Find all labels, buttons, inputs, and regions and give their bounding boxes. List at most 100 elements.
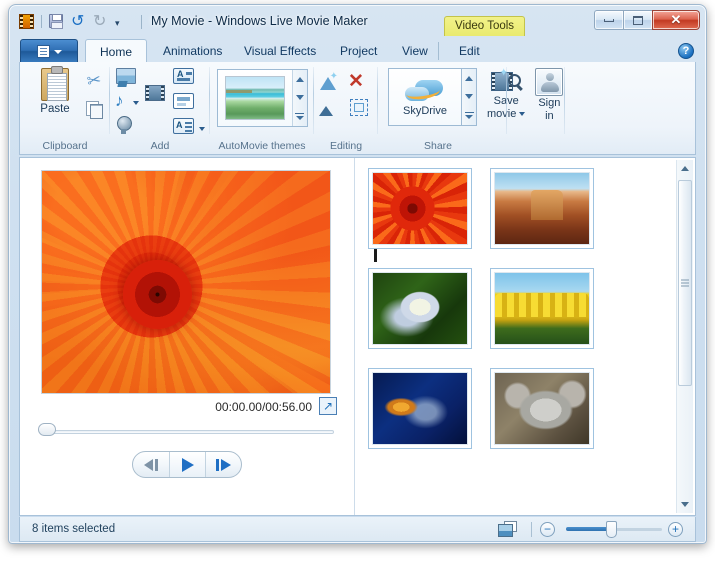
swoosh-shape [405, 82, 441, 101]
play-button[interactable] [169, 452, 205, 477]
fit-to-music-button[interactable]: ✦ [318, 72, 340, 92]
chevron-down-icon[interactable] [519, 112, 525, 116]
divider [564, 67, 565, 134]
clip-thumbnail [494, 272, 590, 345]
gallery-scroll-down-icon[interactable] [465, 94, 473, 99]
copy-button[interactable] [82, 97, 106, 121]
seek-slider-track[interactable] [42, 430, 334, 434]
thumbnail-view-icon[interactable] [498, 521, 517, 537]
undo-button[interactable]: ↺ [71, 13, 88, 30]
skydrive-label: SkyDrive [403, 105, 447, 117]
add-caption-button[interactable] [173, 93, 195, 114]
previous-frame-button[interactable] [133, 452, 169, 477]
tab-home[interactable]: Home [85, 39, 147, 63]
zoom-in-button[interactable]: + [668, 522, 683, 537]
scrollbar-thumb[interactable] [678, 180, 692, 386]
redo-button[interactable]: ↻ [93, 13, 110, 30]
add-title-button[interactable]: A [173, 68, 195, 89]
sign-in-button[interactable]: Sign in [535, 68, 563, 122]
gallery-scroll-up-icon[interactable] [296, 77, 304, 82]
next-frame-button[interactable] [205, 452, 241, 477]
quick-access-toolbar: ↺ ↻ ▾ [19, 13, 132, 30]
tab-edit[interactable]: Edit [447, 39, 492, 63]
webcam-video-button[interactable] [145, 85, 167, 104]
add-music-button[interactable]: ♪ [115, 92, 131, 113]
gallery-scroll-down-icon[interactable] [296, 95, 304, 100]
skydrive-gallery-scroll-controls [462, 68, 477, 126]
scroll-up-button[interactable] [677, 160, 693, 177]
cut-button[interactable]: ✂ [82, 69, 106, 93]
window-title: My Movie - Windows Live Movie Maker [151, 14, 368, 28]
caption-icon [173, 93, 194, 109]
tab-view[interactable]: View [390, 39, 440, 63]
chevron-down-icon[interactable] [199, 127, 205, 131]
work-area: 00:00.00/00:56.00 ↗ [19, 157, 696, 516]
record-narration-button[interactable] [116, 116, 138, 135]
add-credits-button[interactable]: A [173, 118, 195, 139]
tab-project[interactable]: Project [328, 39, 389, 63]
quick-access-more-button[interactable]: ▾ [115, 13, 132, 30]
chevron-down-icon [681, 502, 689, 507]
gallery-scroll-up-icon[interactable] [465, 76, 473, 81]
window-controls: ✕ [594, 10, 700, 30]
preview-pane: 00:00.00/00:56.00 ↗ [20, 158, 355, 515]
divider [141, 15, 142, 29]
gallery-more-icon[interactable] [295, 113, 304, 120]
clip-jellyfish[interactable] [368, 368, 472, 449]
paste-label: Paste [40, 103, 69, 115]
sparkle-icon: ✦ [499, 68, 508, 79]
text-bar-glyph [177, 78, 190, 81]
text-line-glyph [185, 130, 192, 132]
paste-button[interactable]: Paste [28, 66, 82, 117]
application-window: ↺ ↻ ▾ My Movie - Windows Live Movie Make… [8, 4, 707, 544]
theme-item-default[interactable] [218, 70, 292, 126]
sign-in-label-line1: Sign [538, 97, 560, 109]
text-line-glyph [186, 72, 192, 75]
divider [438, 42, 439, 60]
select-all-button[interactable] [348, 98, 370, 118]
file-menu-button[interactable] [20, 39, 78, 63]
help-icon[interactable]: ? [678, 43, 694, 59]
automovie-themes-gallery[interactable] [217, 69, 308, 127]
storyboard-row [368, 168, 667, 249]
clip-thumbnail [494, 372, 590, 445]
chevron-down-icon[interactable] [133, 101, 139, 105]
storyboard-scrollbar[interactable] [676, 160, 693, 513]
copy-icon [86, 101, 102, 118]
divider [531, 522, 532, 537]
clip-koala[interactable] [490, 368, 594, 449]
zoom-slider-thumb[interactable] [606, 521, 617, 538]
select-all-icon [350, 99, 368, 116]
title-bar: ↺ ↻ ▾ My Movie - Windows Live Movie Make… [9, 5, 706, 38]
clip-mesa[interactable] [490, 168, 594, 249]
minimize-button[interactable] [594, 10, 623, 30]
maximize-button[interactable] [623, 10, 652, 30]
zoom-slider-track[interactable] [614, 528, 662, 531]
clip-hydrangea[interactable] [368, 268, 472, 349]
remove-button[interactable]: ✕ [348, 72, 370, 92]
skydrive-button[interactable]: SkyDrive [388, 68, 462, 126]
divider [506, 67, 507, 134]
clip-tulips[interactable] [490, 268, 594, 349]
ribbon-group-share: SkyDrive ✦ Save [378, 62, 558, 154]
ribbon-group-add: ♪ A [110, 62, 210, 154]
next-frame-bar [216, 459, 219, 471]
add-videos-and-photos-button[interactable] [116, 68, 138, 89]
beach-theme-thumbnail [225, 76, 285, 120]
save-button[interactable] [49, 13, 66, 30]
storyboard-pane[interactable] [356, 158, 695, 515]
fullscreen-button[interactable]: ↗ [319, 397, 337, 415]
user-account-icon [535, 68, 563, 96]
tab-animations[interactable]: Animations [151, 39, 234, 63]
zoom-out-button[interactable]: − [540, 522, 555, 537]
preview-image[interactable] [41, 170, 331, 394]
tab-visual-effects[interactable]: Visual Effects [232, 39, 328, 63]
magnifier-shape [508, 74, 521, 87]
contextual-tab-video-tools[interactable]: Video Tools [444, 16, 525, 36]
clip-flower[interactable] [368, 168, 472, 249]
background-button[interactable] [318, 98, 340, 118]
seek-slider-thumb[interactable] [38, 423, 56, 436]
close-button[interactable]: ✕ [652, 10, 700, 30]
scroll-down-button[interactable] [677, 496, 693, 513]
gallery-more-icon[interactable] [465, 112, 474, 119]
